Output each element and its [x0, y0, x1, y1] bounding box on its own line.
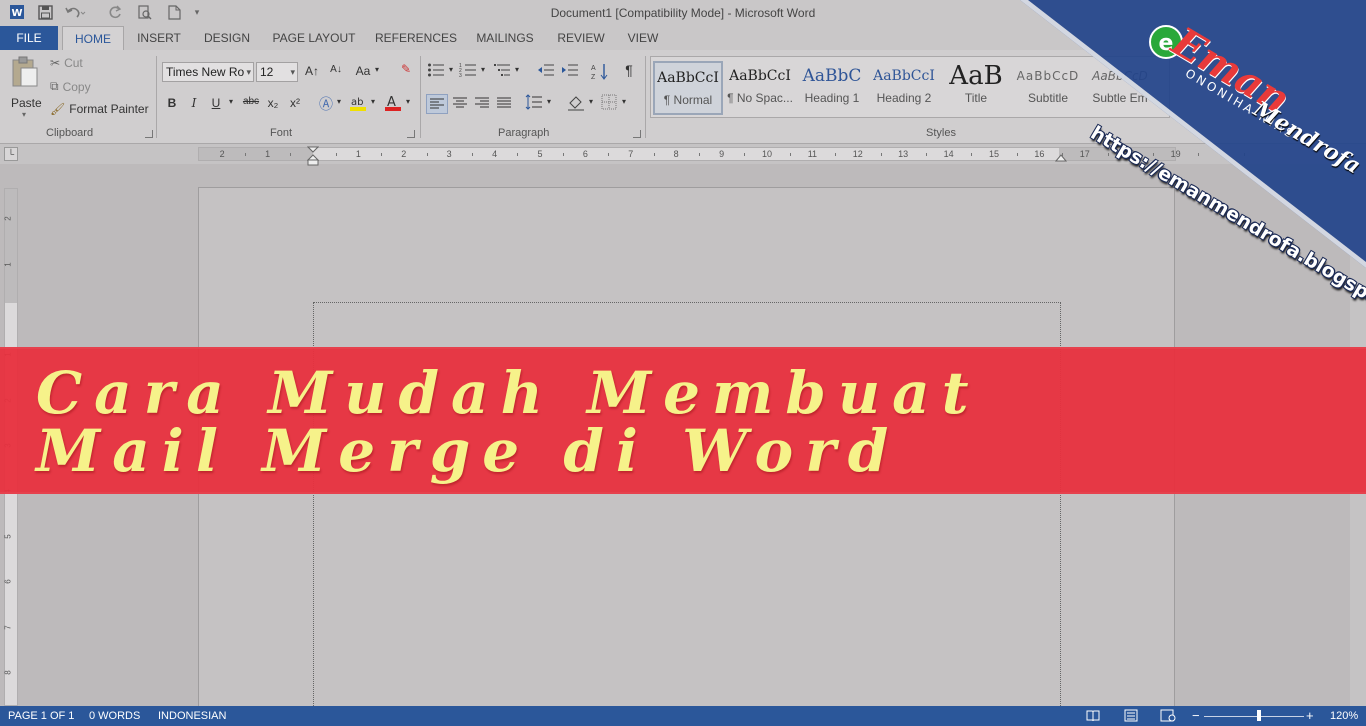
- zoom-level[interactable]: 120%: [1330, 710, 1358, 722]
- zoom-slider-thumb[interactable]: [1257, 710, 1261, 721]
- zoom-slider[interactable]: [1204, 716, 1304, 717]
- watermark-corner: e: [1020, 0, 1366, 268]
- zoom-in-button[interactable]: +: [1306, 708, 1314, 723]
- web-layout-icon[interactable]: [1160, 709, 1176, 725]
- read-mode-icon[interactable]: [1086, 709, 1100, 725]
- status-bar: PAGE 1 OF 1 0 WORDS INDONESIAN − + 120%: [0, 706, 1366, 726]
- print-layout-icon[interactable]: [1124, 709, 1138, 725]
- page-count[interactable]: PAGE 1 OF 1: [8, 710, 74, 722]
- word-count[interactable]: 0 WORDS: [89, 710, 140, 722]
- proofing-language[interactable]: INDONESIAN: [158, 710, 226, 722]
- zoom-out-button[interactable]: −: [1192, 708, 1200, 723]
